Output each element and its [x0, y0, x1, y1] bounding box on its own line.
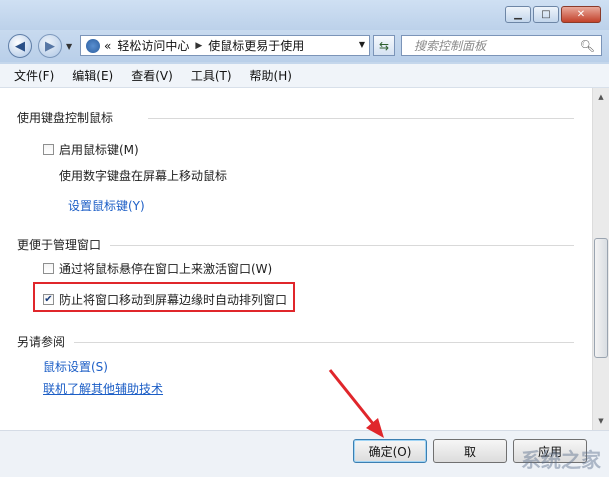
- control-panel-window: ▁ □ ✕ ◀ ▶ ▼ « 轻松访问中心 ▶ 使鼠标更易于使用 ▼ ⇆ 搜索控制…: [0, 0, 609, 477]
- annotation-arrow-icon: [328, 369, 384, 438]
